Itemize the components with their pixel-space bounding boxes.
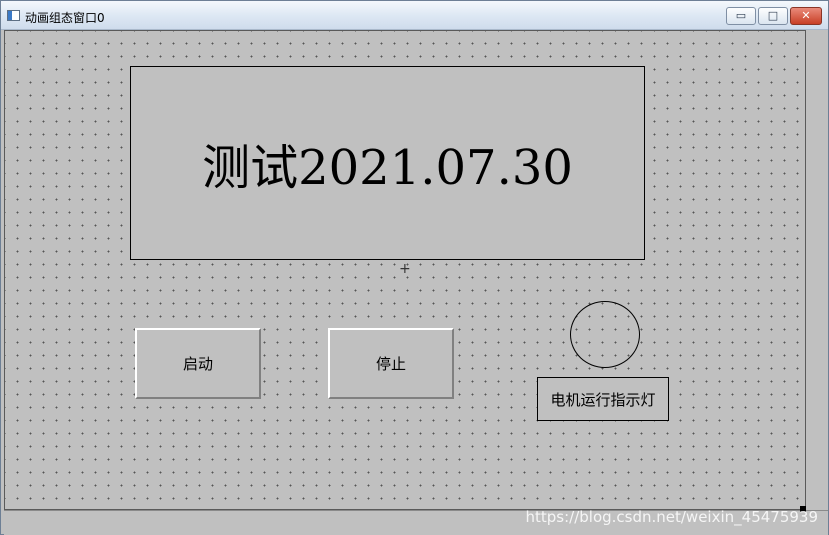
window-title: 动画组态窗口0: [25, 11, 105, 25]
minimize-button[interactable]: ▭: [726, 7, 756, 25]
text-display-box[interactable]: 测试2021.07.30: [130, 66, 645, 260]
crosshair-cursor-icon: +: [399, 261, 411, 277]
display-text: 测试2021.07.30: [202, 140, 573, 196]
close-button[interactable]: ✕: [790, 7, 822, 25]
indicator-label: 电机运行指示灯: [537, 377, 669, 421]
title-bar[interactable]: 动画组态窗口0 ▭ □ ✕: [1, 1, 828, 30]
stop-button[interactable]: 停止: [328, 328, 454, 399]
app-window: 动画组态窗口0 ▭ □ ✕ 测试2021.07.30 + 启动 停止 电机运行指…: [0, 0, 829, 535]
motor-indicator-lamp[interactable]: [570, 301, 640, 368]
start-button[interactable]: 启动: [135, 328, 261, 399]
right-edge: [806, 30, 828, 510]
window-app-icon: [7, 10, 20, 21]
watermark: https://blog.csdn.net/weixin_45475939: [525, 508, 818, 526]
maximize-button[interactable]: □: [758, 7, 788, 25]
